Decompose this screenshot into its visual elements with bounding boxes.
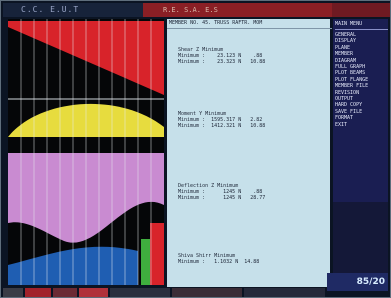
status-segment xyxy=(171,288,242,297)
results-panel: MEMBER NO. 45. TRUSS RAFTR. MOM Shear Z … xyxy=(167,19,332,287)
menu-empty-area xyxy=(333,202,388,274)
diagram-plot-area xyxy=(8,19,164,285)
title-bar-status: R.E. S.A. E.S xyxy=(143,3,332,17)
result-block: Moment Y Minimum Minimum : 1595.317 N 2.… xyxy=(178,111,328,129)
bottom-status-bar xyxy=(3,288,325,297)
cad-screen: C.C. E.U.T R.E. S.A. E.S MEMBER NO. 45. … xyxy=(0,0,391,298)
title-bar: C.C. E.U.T R.E. S.A. E.S xyxy=(3,3,390,17)
status-segment xyxy=(78,288,109,297)
green-bar xyxy=(141,239,150,285)
result-block: Shiva Shirr Minimum Minimum : 1.1032 N 1… xyxy=(178,253,328,265)
menu-title: MAIN MENU xyxy=(335,19,388,30)
status-segment xyxy=(24,288,51,297)
status-segment xyxy=(110,288,170,297)
result-block: Shear Z Minimum Minimum : 23.123 N .88 M… xyxy=(178,47,328,65)
title-bar-right xyxy=(332,3,390,17)
result-block: Deflection Z Minimum Minimum : 1245 N .8… xyxy=(178,183,328,201)
red-bar xyxy=(150,223,164,285)
status-segment xyxy=(52,288,77,297)
diagram-plots xyxy=(8,19,164,285)
title-bar-left: C.C. E.U.T xyxy=(3,3,143,17)
result-row: Minimum : 1245 N 28.77 xyxy=(178,195,266,201)
status-segment xyxy=(243,288,325,297)
result-row: Minimum : 1412.321 N 10.88 xyxy=(178,123,266,129)
status-segment xyxy=(3,288,23,297)
result-row: Minimum : 23.323 N 10.88 xyxy=(178,59,266,65)
main-menu: MAIN MENU GENERAL DISPLAY PLANE MEMBER D… xyxy=(333,19,388,202)
result-row: Minimum : 1.1032 N 14.88 xyxy=(178,259,260,265)
menu-item-exit[interactable]: EXIT xyxy=(335,122,388,128)
software-logo: 85/20 xyxy=(327,273,388,291)
results-header: MEMBER NO. 45. TRUSS RAFTR. MOM xyxy=(167,19,332,29)
